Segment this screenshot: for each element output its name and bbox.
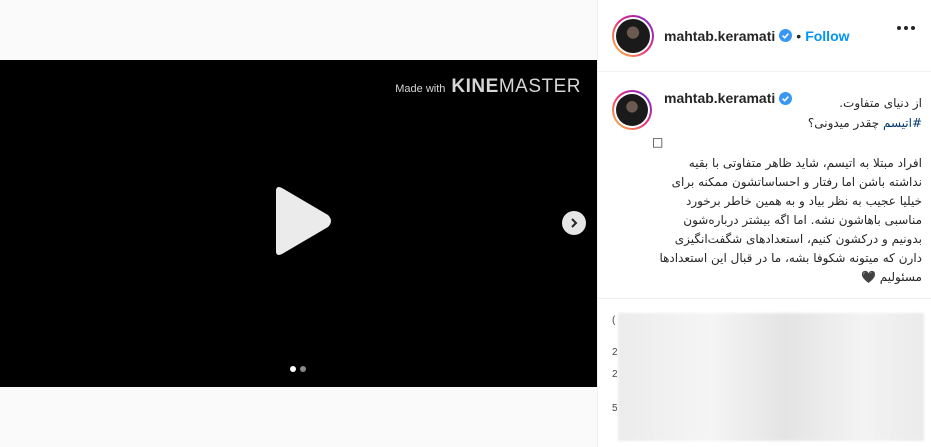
chevron-right-icon	[571, 218, 578, 228]
caption-body: #اتیسم چقدر میدونی؟ □ افراد مبتلا به اتی…	[652, 114, 922, 287]
carousel-indicator	[290, 366, 306, 372]
caption-avatar[interactable]	[612, 90, 652, 130]
post-header: mahtab.keramati • Follow	[598, 0, 931, 72]
caption-first-line: از دنیای متفاوت.	[839, 96, 922, 110]
comment-mark: 2	[612, 369, 618, 380]
caption-question: چقدر میدونی؟	[807, 116, 883, 130]
caption-username[interactable]: mahtab.keramati	[664, 90, 775, 106]
comment-mark: 2	[612, 347, 618, 358]
verified-badge-icon	[779, 91, 793, 105]
caption-paragraph: افراد مبتلا به اتیسم، شاید ظاهر متفاوتی …	[659, 156, 922, 284]
watermark-brand: KINEMASTER	[451, 76, 581, 97]
next-slide-button[interactable]	[562, 211, 586, 235]
comments-area: ( 2 2 5	[598, 298, 931, 447]
hashtag-link[interactable]: #اتیسم	[883, 116, 922, 130]
media-area: Made with KINEMASTER	[0, 0, 597, 447]
header-username[interactable]: mahtab.keramati	[664, 28, 775, 44]
kinemaster-watermark: Made with KINEMASTER	[395, 76, 581, 98]
play-icon[interactable]	[268, 185, 334, 257]
more-options-icon[interactable]	[897, 26, 915, 30]
carousel-dot	[290, 366, 296, 372]
caption-box-char: □	[652, 135, 664, 149]
follow-button[interactable]: Follow	[805, 28, 849, 44]
post-side-panel: mahtab.keramati • Follow mahtab.keramati…	[597, 0, 931, 447]
comment-mark: (	[612, 315, 616, 326]
comment-mark: 5	[612, 403, 618, 414]
post-caption: mahtab.keramati از دنیای متفاوت. #اتیسم …	[612, 90, 922, 284]
carousel-dot	[300, 366, 306, 372]
verified-badge-icon	[779, 29, 793, 42]
avatar[interactable]	[612, 14, 654, 57]
blurred-comments	[618, 313, 924, 441]
watermark-made-with: Made with	[395, 83, 446, 95]
separator-dot: •	[796, 27, 802, 44]
video-player[interactable]: Made with KINEMASTER	[0, 60, 597, 387]
